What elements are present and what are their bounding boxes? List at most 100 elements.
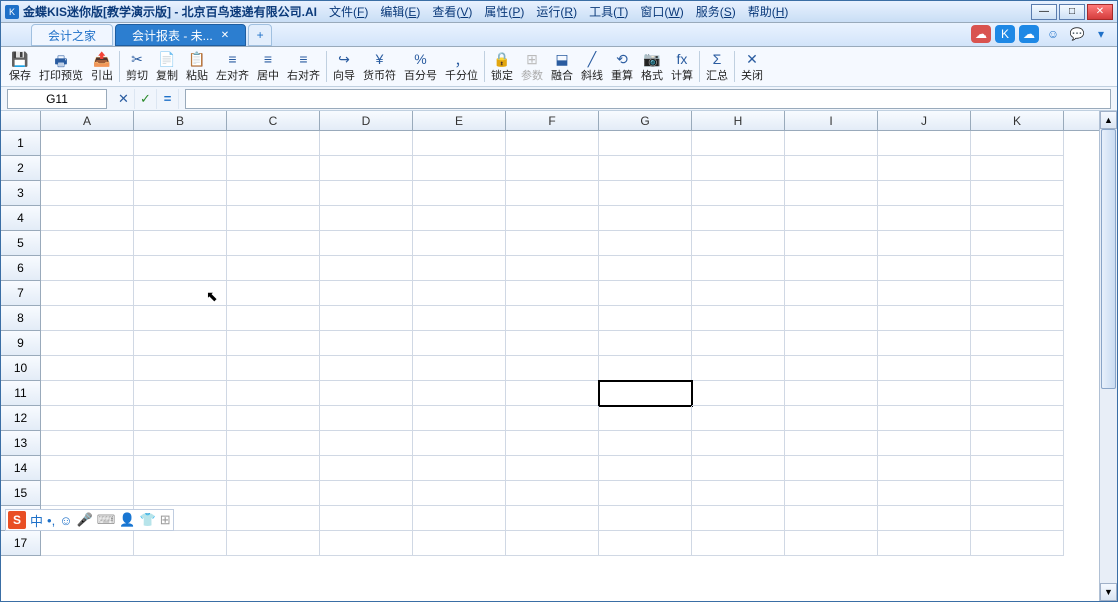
cell-C9[interactable] [227,331,320,356]
tab-home[interactable]: 会计之家 [31,24,113,46]
tb-cut[interactable]: ✂剪切 [122,47,152,86]
cell-I14[interactable] [785,456,878,481]
cell-C12[interactable] [227,406,320,431]
tb-align-left[interactable]: ≡左对齐 [212,47,253,86]
col-header-J[interactable]: J [878,111,971,130]
cell-H14[interactable] [692,456,785,481]
ime-btn-5[interactable]: 👤 [119,512,135,528]
cell-H2[interactable] [692,156,785,181]
cell-C17[interactable] [227,531,320,556]
cell-H11[interactable] [692,381,785,406]
cell-F1[interactable] [506,131,599,156]
cell-G4[interactable] [599,206,692,231]
menu-h[interactable]: 帮助(H) [742,1,795,22]
tb-merge[interactable]: ⬓融合 [547,47,577,86]
cell-H9[interactable] [692,331,785,356]
cell-C3[interactable] [227,181,320,206]
cell-D3[interactable] [320,181,413,206]
cell-I3[interactable] [785,181,878,206]
cell-A3[interactable] [41,181,134,206]
tb-wizard[interactable]: ↪向导 [329,47,359,86]
cell-F13[interactable] [506,431,599,456]
tabbar-icon-1[interactable]: K [995,25,1015,43]
cell-B5[interactable] [134,231,227,256]
tb-currency[interactable]: ¥货币符 [359,47,400,86]
cell-B8[interactable] [134,306,227,331]
cell-J15[interactable] [878,481,971,506]
row-header-12[interactable]: 12 [1,406,41,431]
cell-B17[interactable] [134,531,227,556]
tb-close[interactable]: ✕关闭 [737,47,767,86]
cell-C5[interactable] [227,231,320,256]
row-header-15[interactable]: 15 [1,481,41,506]
tb-copy[interactable]: 📄复制 [152,47,182,86]
col-header-F[interactable]: F [506,111,599,130]
cell-K13[interactable] [971,431,1064,456]
row-header-4[interactable]: 4 [1,206,41,231]
cell-F7[interactable] [506,281,599,306]
formula-input[interactable] [185,89,1111,109]
cell-H15[interactable] [692,481,785,506]
cell-E16[interactable] [413,506,506,531]
cell-K8[interactable] [971,306,1064,331]
cell-E4[interactable] [413,206,506,231]
menu-r[interactable]: 运行(R) [530,1,583,22]
cell-A9[interactable] [41,331,134,356]
cell-D7[interactable] [320,281,413,306]
cell-G10[interactable] [599,356,692,381]
cell-J9[interactable] [878,331,971,356]
row-header-5[interactable]: 5 [1,231,41,256]
cell-E5[interactable] [413,231,506,256]
cell-F15[interactable] [506,481,599,506]
cell-B10[interactable] [134,356,227,381]
cell-D5[interactable] [320,231,413,256]
cell-C13[interactable] [227,431,320,456]
tb-format[interactable]: 📷格式 [637,47,667,86]
cell-D8[interactable] [320,306,413,331]
cell-B12[interactable] [134,406,227,431]
cell-G16[interactable] [599,506,692,531]
cell-E11[interactable] [413,381,506,406]
ime-logo-icon[interactable]: S [8,511,26,529]
tb-params[interactable]: ⊞参数 [517,47,547,86]
cell-B11[interactable] [134,381,227,406]
cell-K7[interactable] [971,281,1064,306]
cell-J12[interactable] [878,406,971,431]
cell-I17[interactable] [785,531,878,556]
menu-t[interactable]: 工具(T) [583,1,634,22]
cell-H7[interactable] [692,281,785,306]
row-header-10[interactable]: 10 [1,356,41,381]
cell-K15[interactable] [971,481,1064,506]
menu-f[interactable]: 文件(F) [323,1,374,22]
cell-C8[interactable] [227,306,320,331]
cell-C16[interactable] [227,506,320,531]
tb-recalc[interactable]: ⟲重算 [607,47,637,86]
scroll-up-arrow[interactable]: ▲ [1100,111,1117,129]
cell-H6[interactable] [692,256,785,281]
cell-E6[interactable] [413,256,506,281]
tb-summary[interactable]: Σ汇总 [702,47,732,86]
tb-save[interactable]: 💾保存 [5,47,35,86]
cell-K16[interactable] [971,506,1064,531]
scroll-thumb[interactable] [1101,129,1116,389]
formula-cancel-button[interactable]: ✕ [113,89,135,109]
row-header-9[interactable]: 9 [1,331,41,356]
cell-F11[interactable] [506,381,599,406]
cell-K11[interactable] [971,381,1064,406]
cell-G11[interactable] [599,381,692,406]
cell-K3[interactable] [971,181,1064,206]
cell-K17[interactable] [971,531,1064,556]
tb-print-preview[interactable]: 🖶打印预览 [35,47,87,86]
ime-btn-3[interactable]: 🎤 [76,512,92,528]
row-header-11[interactable]: 11 [1,381,41,406]
tb-thousand[interactable]: ，千分位 [441,47,482,86]
ime-btn-6[interactable]: 👕 [140,512,156,528]
cell-A4[interactable] [41,206,134,231]
cell-J6[interactable] [878,256,971,281]
cell-F9[interactable] [506,331,599,356]
menu-e[interactable]: 编辑(E) [374,1,426,22]
cell-E12[interactable] [413,406,506,431]
cell-A5[interactable] [41,231,134,256]
cell-C2[interactable] [227,156,320,181]
col-header-D[interactable]: D [320,111,413,130]
